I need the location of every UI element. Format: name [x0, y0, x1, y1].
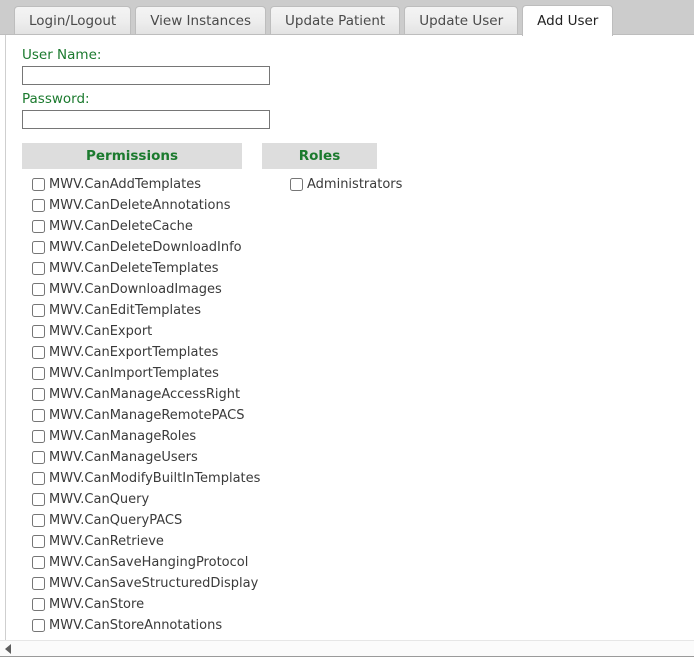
permission-checkbox[interactable]: [32, 472, 45, 485]
permission-row[interactable]: MWV.CanSaveHangingProtocol: [22, 552, 248, 573]
permission-row[interactable]: MWV.CanManageUsers: [22, 447, 242, 468]
permission-checkbox[interactable]: [32, 409, 45, 422]
tab-login-logout[interactable]: Login/Logout: [14, 6, 132, 35]
permission-checkbox[interactable]: [32, 493, 45, 506]
permission-row[interactable]: MWV.CanModifyBuiltInTemplates: [22, 468, 260, 489]
tab-update-patient[interactable]: Update Patient: [270, 6, 401, 35]
permission-row[interactable]: MWV.CanImportTemplates: [22, 363, 242, 384]
permission-row[interactable]: MWV.CanRetrieve: [22, 531, 242, 552]
permission-label[interactable]: MWV.CanEditTemplates: [49, 303, 201, 318]
permission-label[interactable]: MWV.CanDeleteAnnotations: [49, 198, 230, 213]
permissions-panel: Permissions MWV.CanAddTemplates MWV.CanDe…: [22, 143, 260, 657]
permission-label[interactable]: MWV.CanDeleteTemplates: [49, 261, 219, 276]
permission-label[interactable]: MWV.CanRetrieve: [49, 534, 164, 549]
permission-label[interactable]: MWV.CanSaveStructuredDisplay: [49, 576, 258, 591]
password-label: Password:: [22, 91, 90, 107]
permission-row[interactable]: MWV.CanQuery: [22, 489, 242, 510]
role-row[interactable]: Administrators: [262, 174, 402, 195]
permission-checkbox[interactable]: [32, 199, 45, 212]
roles-header: Roles: [262, 143, 377, 169]
permission-checkbox[interactable]: [32, 451, 45, 464]
permission-checkbox[interactable]: [32, 367, 45, 380]
permission-row[interactable]: MWV.CanDownloadImages: [22, 279, 242, 300]
permission-checkbox[interactable]: [32, 388, 45, 401]
permission-checkbox[interactable]: [32, 577, 45, 590]
roles-list: Administrators: [262, 174, 402, 195]
permission-label[interactable]: MWV.CanAddTemplates: [49, 177, 201, 192]
permission-checkbox[interactable]: [32, 325, 45, 338]
permission-row[interactable]: MWV.CanAddTemplates: [22, 174, 242, 195]
permission-row[interactable]: MWV.CanStoreAnnotations: [22, 615, 242, 636]
roles-panel: Roles Administrators: [262, 143, 402, 195]
permission-label[interactable]: MWV.CanManageRoles: [49, 429, 196, 444]
content-left-rule: [5, 35, 6, 640]
horizontal-scrollbar[interactable]: [0, 640, 694, 657]
permission-checkbox[interactable]: [32, 535, 45, 548]
role-label[interactable]: Administrators: [307, 177, 402, 192]
permission-checkbox[interactable]: [32, 262, 45, 275]
permission-checkbox[interactable]: [32, 346, 45, 359]
permission-checkbox[interactable]: [32, 598, 45, 611]
permission-row[interactable]: MWV.CanDeleteCache: [22, 216, 242, 237]
permission-label[interactable]: MWV.CanManageAccessRight: [49, 387, 240, 402]
permission-label[interactable]: MWV.CanImportTemplates: [49, 366, 219, 381]
permission-checkbox[interactable]: [32, 220, 45, 233]
permissions-list: MWV.CanAddTemplates MWV.CanDeleteAnnotati…: [22, 174, 260, 657]
permission-label[interactable]: MWV.CanManageUsers: [49, 450, 198, 465]
permission-row[interactable]: MWV.CanStore: [22, 594, 242, 615]
user-name-input[interactable]: [22, 66, 270, 85]
permission-label[interactable]: MWV.CanStoreAnnotations: [49, 618, 222, 633]
tab-update-user[interactable]: Update User: [404, 6, 519, 35]
page-content: User Name: Password: Permissions MWV.Can…: [0, 35, 694, 657]
permission-label[interactable]: MWV.CanExportTemplates: [49, 345, 218, 360]
permission-row[interactable]: MWV.CanEditTemplates: [22, 300, 242, 321]
permission-label[interactable]: MWV.CanExport: [49, 324, 152, 339]
permission-row[interactable]: MWV.CanSaveStructuredDisplay: [22, 573, 258, 594]
permission-row[interactable]: MWV.CanManageRemotePACS: [22, 405, 245, 426]
permissions-header: Permissions: [22, 143, 242, 169]
permission-row[interactable]: MWV.CanDeleteAnnotations: [22, 195, 242, 216]
permission-checkbox[interactable]: [32, 304, 45, 317]
permission-label[interactable]: MWV.CanStore: [49, 597, 144, 612]
tab-list: Login/Logout View Instances Update Patient…: [0, 0, 617, 36]
permission-label[interactable]: MWV.CanDeleteCache: [49, 219, 193, 234]
triangle-left-icon[interactable]: [0, 641, 16, 657]
permission-label[interactable]: MWV.CanQuery: [49, 492, 149, 507]
permission-checkbox[interactable]: [32, 430, 45, 443]
permission-checkbox[interactable]: [32, 178, 45, 191]
permission-row[interactable]: MWV.CanManageAccessRight: [22, 384, 242, 405]
password-input[interactable]: [22, 110, 270, 129]
user-name-label: User Name:: [22, 47, 102, 63]
permission-label[interactable]: MWV.CanManageRemotePACS: [49, 408, 245, 423]
permission-checkbox[interactable]: [32, 283, 45, 296]
permission-label[interactable]: MWV.CanQueryPACS: [49, 513, 182, 528]
tab-view-instances[interactable]: View Instances: [135, 6, 266, 35]
tab-bar: Login/Logout View Instances Update Patient…: [0, 0, 694, 36]
permission-checkbox[interactable]: [32, 514, 45, 527]
permission-row[interactable]: MWV.CanExportTemplates: [22, 342, 242, 363]
permission-row[interactable]: MWV.CanExport: [22, 321, 242, 342]
permission-label[interactable]: MWV.CanDeleteDownloadInfo: [49, 240, 242, 255]
permission-row[interactable]: MWV.CanQueryPACS: [22, 510, 242, 531]
permission-checkbox[interactable]: [32, 556, 45, 569]
permission-row[interactable]: MWV.CanDeleteDownloadInfo: [22, 237, 242, 258]
permission-label[interactable]: MWV.CanDownloadImages: [49, 282, 222, 297]
permission-row[interactable]: MWV.CanDeleteTemplates: [22, 258, 242, 279]
permission-label[interactable]: MWV.CanSaveHangingProtocol: [49, 555, 248, 570]
permission-checkbox[interactable]: [32, 619, 45, 632]
permission-label[interactable]: MWV.CanModifyBuiltInTemplates: [49, 471, 260, 486]
role-checkbox[interactable]: [290, 178, 303, 191]
tab-add-user[interactable]: Add User: [522, 5, 614, 36]
permission-checkbox[interactable]: [32, 241, 45, 254]
add-user-form: User Name: Password: Permissions MWV.Can…: [22, 47, 688, 654]
permission-row[interactable]: MWV.CanManageRoles: [22, 426, 242, 447]
